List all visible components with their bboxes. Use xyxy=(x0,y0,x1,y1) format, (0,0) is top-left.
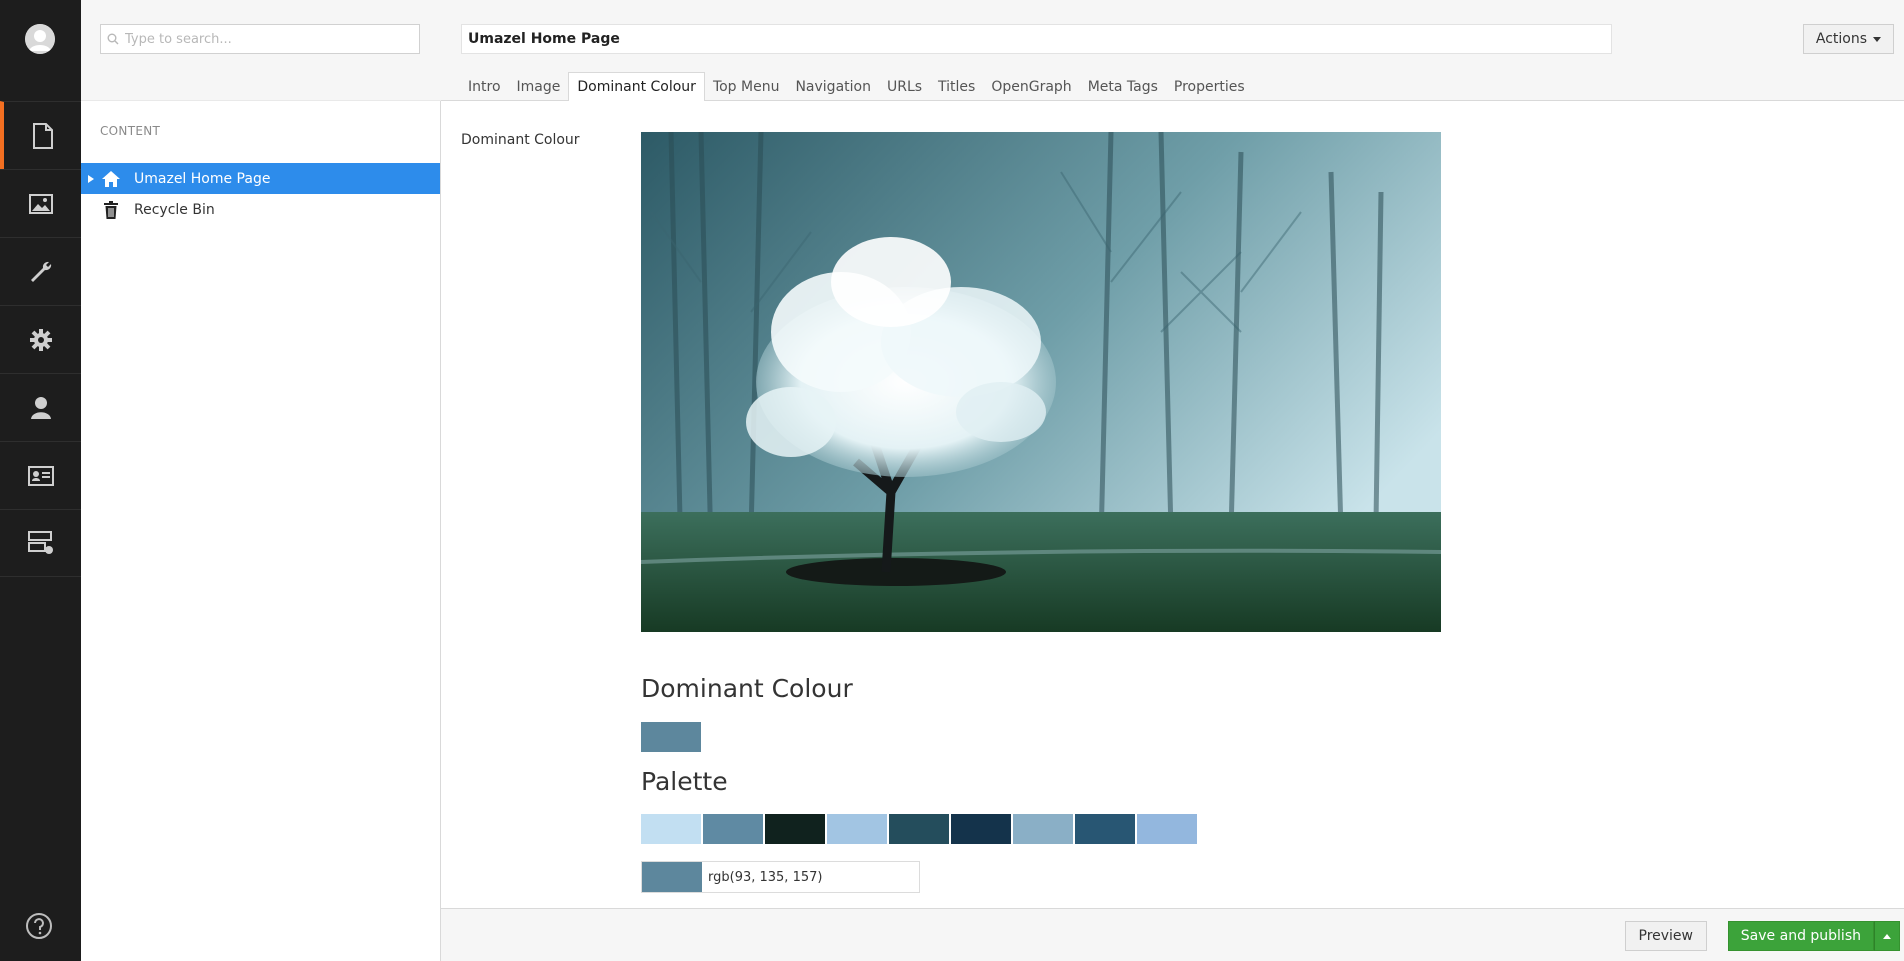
help-icon xyxy=(26,913,52,939)
user-avatar[interactable] xyxy=(25,24,55,54)
search-input[interactable] xyxy=(119,26,399,52)
palette-heading: Palette xyxy=(641,767,728,796)
actions-button[interactable]: Actions xyxy=(1802,24,1894,54)
editor-footer: Preview Save and publish xyxy=(441,908,1904,961)
settings-wrench-icon xyxy=(30,261,51,282)
tab-top-menu[interactable]: Top Menu xyxy=(705,72,788,101)
palette-swatch[interactable] xyxy=(765,814,825,844)
content-icon xyxy=(32,122,53,149)
caret-down-icon xyxy=(1873,36,1881,42)
actions-label: Actions xyxy=(1815,31,1867,47)
tab-titles[interactable]: Titles xyxy=(930,72,983,101)
selected-colour-field[interactable]: rgb(93, 135, 157) xyxy=(641,861,920,893)
node-name-input[interactable] xyxy=(461,24,1612,54)
palette-swatch[interactable] xyxy=(1137,814,1197,844)
search-box[interactable] xyxy=(100,24,420,54)
selected-colour-swatch xyxy=(642,862,702,892)
tab-properties[interactable]: Properties xyxy=(1166,72,1253,101)
forms-icon xyxy=(27,531,53,554)
search-icon xyxy=(107,33,119,45)
dominant-colour-swatch xyxy=(641,722,701,752)
preview-button[interactable]: Preview xyxy=(1624,921,1707,951)
palette-swatch[interactable] xyxy=(827,814,887,844)
tree-search-area xyxy=(81,0,441,101)
tab-meta-tags[interactable]: Meta Tags xyxy=(1080,72,1166,101)
tree-node-label: Umazel Home Page xyxy=(134,170,271,187)
tab-urls[interactable]: URLs xyxy=(879,72,930,101)
tab-opengraph[interactable]: OpenGraph xyxy=(983,72,1079,101)
tree-node-label: Recycle Bin xyxy=(134,201,215,218)
tab-dominant-colour[interactable]: Dominant Colour xyxy=(568,72,705,102)
palette-swatch[interactable] xyxy=(1075,814,1135,844)
developer-gear-icon xyxy=(29,328,52,351)
selected-colour-value: rgb(93, 135, 157) xyxy=(708,869,823,885)
section-content[interactable] xyxy=(0,101,81,169)
trash-icon xyxy=(100,199,122,221)
dominant-colour-heading: Dominant Colour xyxy=(641,674,853,703)
editor-header: Actions Intro Image Dominant Colour Top … xyxy=(441,0,1904,102)
palette-swatch[interactable] xyxy=(1013,814,1073,844)
home-icon xyxy=(100,168,122,190)
tree-section-title: CONTENT xyxy=(100,124,161,138)
expand-caret-icon[interactable] xyxy=(81,174,100,183)
section-members[interactable] xyxy=(0,441,81,509)
palette-swatches xyxy=(641,814,1197,844)
section-users[interactable] xyxy=(0,373,81,441)
section-forms[interactable] xyxy=(0,509,81,577)
content-tree-panel: CONTENT Umazel Home Page Recycle Bin xyxy=(81,0,441,961)
tree-node-recycle-bin[interactable]: Recycle Bin xyxy=(81,194,440,225)
users-icon xyxy=(30,396,51,419)
dominant-colour-image xyxy=(641,132,1441,632)
user-avatar-icon xyxy=(25,24,55,54)
members-icon xyxy=(27,465,54,486)
tab-navigation[interactable]: Navigation xyxy=(787,72,879,101)
caret-up-icon xyxy=(1883,933,1891,939)
editor-body: Dominant Colour Dominant Colour Palette … xyxy=(441,101,1904,908)
save-and-publish-button[interactable]: Save and publish xyxy=(1727,921,1874,951)
app-sections-rail xyxy=(0,0,81,961)
palette-swatch[interactable] xyxy=(641,814,701,844)
palette-swatch[interactable] xyxy=(951,814,1011,844)
tree-node-home[interactable]: Umazel Home Page xyxy=(81,163,440,194)
misty-tree-photo xyxy=(641,132,1441,632)
section-settings[interactable] xyxy=(0,237,81,305)
media-icon xyxy=(28,193,53,214)
tab-image[interactable]: Image xyxy=(509,72,569,101)
section-media[interactable] xyxy=(0,169,81,237)
publish-options-button[interactable] xyxy=(1874,921,1900,951)
editor-tabs: Intro Image Dominant Colour Top Menu Nav… xyxy=(460,72,1253,102)
tab-intro[interactable]: Intro xyxy=(460,72,509,101)
property-label: Dominant Colour xyxy=(461,132,580,148)
help-button[interactable] xyxy=(24,911,54,941)
palette-swatch[interactable] xyxy=(703,814,763,844)
palette-swatch[interactable] xyxy=(889,814,949,844)
section-developer[interactable] xyxy=(0,305,81,373)
